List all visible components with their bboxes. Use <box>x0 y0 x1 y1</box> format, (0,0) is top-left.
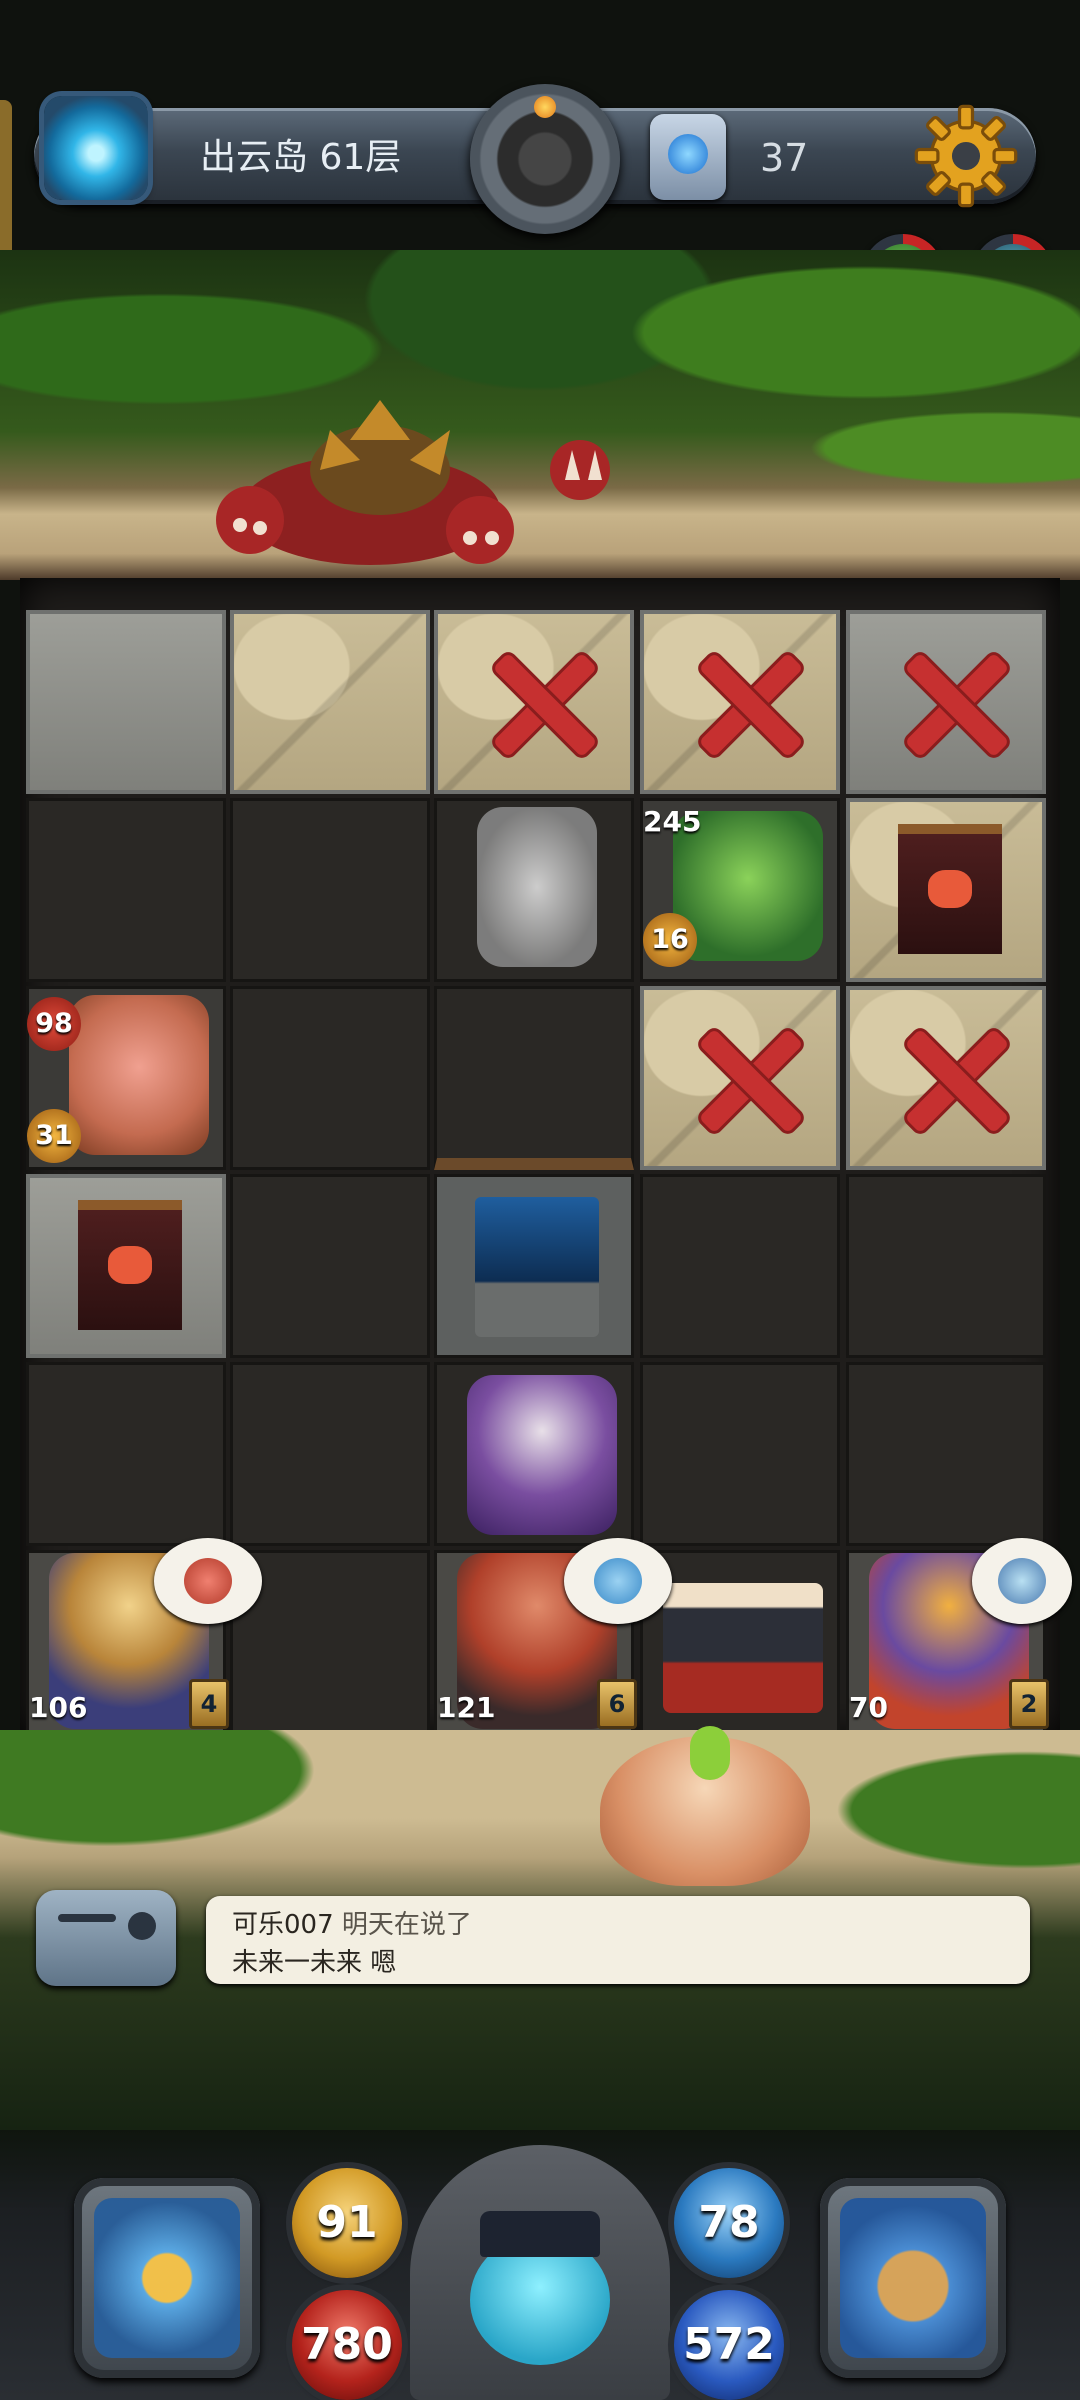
ally-level-badge: 2 <box>1009 1679 1049 1729</box>
key-icon <box>650 114 726 200</box>
chat-message: 明天在说了 <box>341 1910 472 1940</box>
skill-bubble-flower[interactable] <box>154 1538 262 1624</box>
swirl-skill-icon <box>594 1558 642 1604</box>
ally-attack-value: 70 <box>849 1691 888 1724</box>
key-gem <box>668 134 708 174</box>
chat-box[interactable]: 可乐007 明天在说了 未来一未来 嗯 <box>206 1896 1030 1984</box>
empty-tile[interactable] <box>434 798 634 982</box>
ally-level-badge: 6 <box>597 1679 637 1729</box>
empty-tile[interactable] <box>230 1362 430 1546</box>
defense-stat: 78 <box>674 2168 784 2278</box>
skill-bubble-swirl[interactable] <box>564 1538 672 1624</box>
spiked-boss-monster <box>216 400 610 565</box>
blocked-tile[interactable] <box>846 986 1046 1170</box>
ally-level-badge: 4 <box>189 1679 229 1729</box>
blocked-tile[interactable] <box>846 610 1046 794</box>
ally-attack-value: 121 <box>437 1691 496 1724</box>
mp-stat: 572 <box>674 2290 784 2400</box>
empty-tile[interactable] <box>230 986 430 1170</box>
empty-tile[interactable] <box>846 1174 1046 1358</box>
spellbook-icon <box>840 2198 986 2358</box>
stone-tile[interactable] <box>26 610 226 794</box>
empty-tile[interactable] <box>434 1362 634 1546</box>
chat-radio-button[interactable] <box>36 1890 176 1986</box>
chat-sender-name: 可乐007 <box>232 1910 334 1940</box>
empty-tile[interactable] <box>640 1174 840 1358</box>
enemy-attack-value: 245 <box>643 805 702 838</box>
stairs-icon <box>475 1197 599 1337</box>
stairs-down-tile[interactable] <box>434 1174 634 1358</box>
enemy-tile[interactable]: 98 31 <box>26 986 226 1170</box>
fox-banner-icon <box>898 824 1002 954</box>
chat-message: 未来一未来 嗯 <box>232 1948 397 1978</box>
empty-tile[interactable] <box>26 798 226 982</box>
inventory-button[interactable] <box>820 2178 1006 2378</box>
settings-gear-icon[interactable] <box>912 102 1020 210</box>
side-panel-tab[interactable] <box>0 100 12 260</box>
x-mark-icon <box>488 650 598 760</box>
fox-emblem-icon <box>928 870 972 908</box>
enemy-attack-badge: 98 <box>27 997 81 1051</box>
enemy-defense-badge: 16 <box>643 913 697 967</box>
x-mark-icon <box>900 1026 1010 1136</box>
tongue-lantern-unit[interactable] <box>69 995 209 1155</box>
empty-tile[interactable] <box>640 1362 840 1546</box>
enemy-tile[interactable]: 245 16 <box>640 798 840 982</box>
x-mark-icon <box>900 650 1010 760</box>
knight-helmet-icon <box>94 2198 240 2358</box>
banner-tile[interactable] <box>846 798 1046 982</box>
ghost-merchant-unit[interactable] <box>477 807 597 967</box>
fuse-icon <box>534 96 556 118</box>
peach-pot-npc[interactable] <box>600 1726 810 1886</box>
equipment-button[interactable] <box>74 2178 260 2378</box>
radio-grille-icon <box>58 1914 116 1922</box>
skill-bubble-shield[interactable] <box>972 1538 1072 1624</box>
x-mark-icon <box>694 650 804 760</box>
worm-icon <box>690 1726 730 1780</box>
empty-tile[interactable] <box>434 986 634 1170</box>
bomb-icon[interactable] <box>470 84 620 234</box>
key-count: 37 <box>760 136 809 180</box>
blocked-tile[interactable] <box>640 986 840 1170</box>
hero-hat-icon <box>480 2211 600 2257</box>
floor-name: 出云岛 61层 <box>200 137 402 178</box>
hero-portrait[interactable] <box>410 2145 670 2400</box>
empty-tile[interactable] <box>230 1174 430 1358</box>
empty-tile[interactable] <box>26 1362 226 1546</box>
banner-tile[interactable] <box>26 1174 226 1358</box>
yurei-ghost-unit[interactable] <box>467 1375 617 1535</box>
ally-attack-value: 106 <box>29 1691 88 1724</box>
portal-icon[interactable] <box>44 96 148 200</box>
empty-tile[interactable] <box>230 798 430 982</box>
blocked-tile[interactable] <box>640 610 840 794</box>
empty-tile[interactable] <box>846 1362 1046 1546</box>
shield-skill-icon <box>998 1558 1046 1604</box>
x-mark-icon <box>694 1026 804 1136</box>
fox-banner-icon <box>78 1200 182 1330</box>
enemy-defense-badge: 31 <box>27 1109 81 1163</box>
fox-emblem-icon <box>108 1246 152 1284</box>
hp-stat: 780 <box>292 2290 402 2400</box>
attack-stat: 91 <box>292 2168 402 2278</box>
blocked-tile[interactable] <box>434 610 634 794</box>
stone-tile[interactable] <box>230 610 430 794</box>
radio-dial-icon <box>128 1912 156 1940</box>
flower-skill-icon <box>184 1558 232 1604</box>
shrine-chest-icon <box>663 1583 823 1713</box>
